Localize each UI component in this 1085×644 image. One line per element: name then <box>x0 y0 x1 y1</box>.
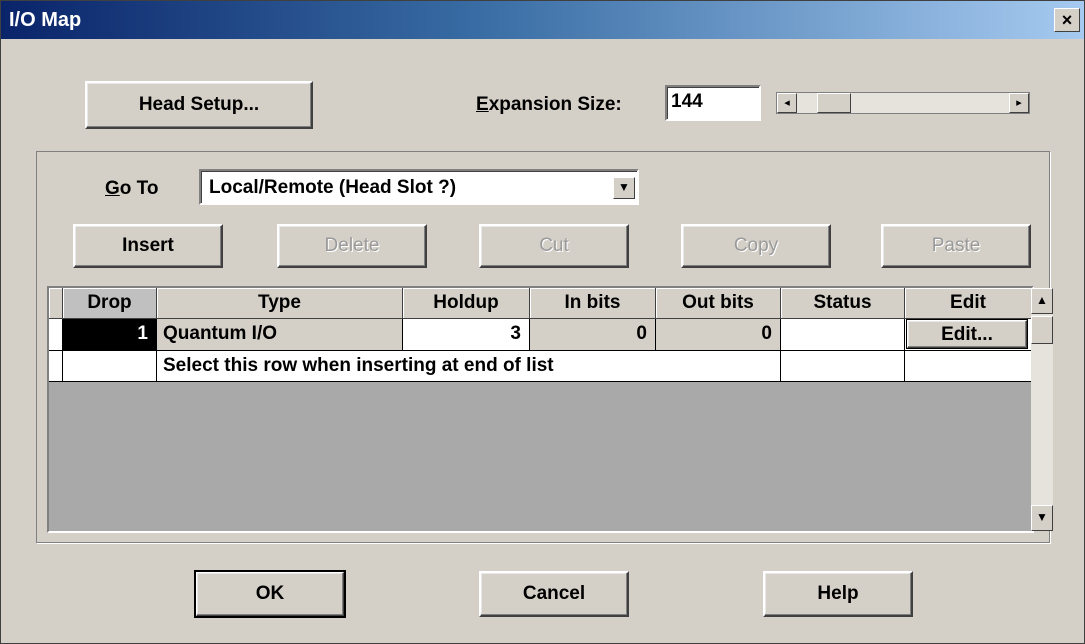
insert-label: Insert <box>122 235 174 256</box>
insert-button[interactable]: Insert <box>73 224 223 268</box>
row-selector[interactable] <box>49 319 63 351</box>
table-scrollbar-thumb[interactable] <box>1031 316 1053 344</box>
copy-label: Copy <box>733 235 779 256</box>
col-header-holdup[interactable]: Holdup <box>403 288 530 319</box>
head-setup-label: Head Setup... <box>138 94 260 115</box>
insert-at-end-row[interactable]: Select this row when inserting at end of… <box>157 351 781 382</box>
goto-dropdown[interactable]: Local/Remote (Head Slot ?) ▼ <box>199 169 639 205</box>
edit-row-button[interactable]: Edit... <box>906 319 1028 349</box>
col-header-status[interactable]: Status <box>781 288 905 319</box>
close-button[interactable]: × <box>1054 8 1080 32</box>
cancel-button[interactable]: Cancel <box>479 571 629 617</box>
paste-label: Paste <box>931 235 981 256</box>
chevron-down-icon[interactable]: ▼ <box>613 177 635 199</box>
cell-drop-empty[interactable] <box>63 351 157 382</box>
close-icon: × <box>1061 10 1073 30</box>
expansion-size-input[interactable]: 144 <box>665 85 761 121</box>
help-label: Help <box>817 583 859 604</box>
help-button[interactable]: Help <box>763 571 913 617</box>
title-bar[interactable]: I/O Map × <box>1 1 1084 39</box>
window-title: I/O Map <box>9 9 82 31</box>
delete-button[interactable]: Delete <box>277 224 427 268</box>
cell-status[interactable] <box>781 319 905 351</box>
goto-selected: Local/Remote (Head Slot ?) <box>209 177 457 198</box>
arrow-right-icon[interactable]: ▸ <box>1009 93 1029 113</box>
cut-label: Cut <box>539 235 569 256</box>
delete-label: Delete <box>324 235 380 256</box>
head-setup-button[interactable]: Head Setup... <box>85 81 313 129</box>
expansion-size-scrollbar[interactable]: ◂ ▸ <box>776 92 1030 114</box>
cell-in-bits[interactable]: 0 <box>530 319 656 351</box>
cut-button[interactable]: Cut <box>479 224 629 268</box>
col-header-in-bits[interactable]: In bits <box>530 288 656 319</box>
cell-edit: Edit... <box>905 319 1032 351</box>
header-corner <box>49 288 63 319</box>
copy-button[interactable]: Copy <box>681 224 831 268</box>
cell-type[interactable]: Quantum I/O <box>157 319 403 351</box>
edit-row-label: Edit... <box>941 323 993 345</box>
row-selector[interactable] <box>49 351 63 382</box>
cell-status-empty[interactable] <box>781 351 905 382</box>
arrow-left-icon[interactable]: ◂ <box>777 93 797 113</box>
table-vertical-scrollbar[interactable]: ▲ ▼ <box>1031 288 1053 531</box>
scrollbar-thumb[interactable] <box>817 93 851 113</box>
expansion-size-value: 144 <box>671 91 703 112</box>
cell-holdup[interactable]: 3 <box>403 319 530 351</box>
io-map-dialog: I/O Map × Head Setup... Expansion Size: … <box>0 0 1085 644</box>
ok-button[interactable]: OK <box>194 570 346 618</box>
col-header-edit[interactable]: Edit <box>905 288 1032 319</box>
goto-label: Go To <box>105 178 159 199</box>
cancel-label: Cancel <box>522 583 586 604</box>
paste-button[interactable]: Paste <box>881 224 1031 268</box>
io-table[interactable]: Drop Type Holdup In bits Out bits Status… <box>47 286 1034 533</box>
cell-out-bits[interactable]: 0 <box>656 319 781 351</box>
ok-label: OK <box>255 583 285 604</box>
arrow-down-icon[interactable]: ▼ <box>1031 505 1053 531</box>
cell-edit-empty[interactable] <box>905 351 1032 382</box>
arrow-up-icon[interactable]: ▲ <box>1031 288 1053 314</box>
expansion-size-label: Expansion Size: <box>476 94 622 115</box>
col-header-type[interactable]: Type <box>157 288 403 319</box>
cell-drop[interactable]: 1 <box>63 319 157 351</box>
col-header-out-bits[interactable]: Out bits <box>656 288 781 319</box>
col-header-drop[interactable]: Drop <box>63 288 157 319</box>
